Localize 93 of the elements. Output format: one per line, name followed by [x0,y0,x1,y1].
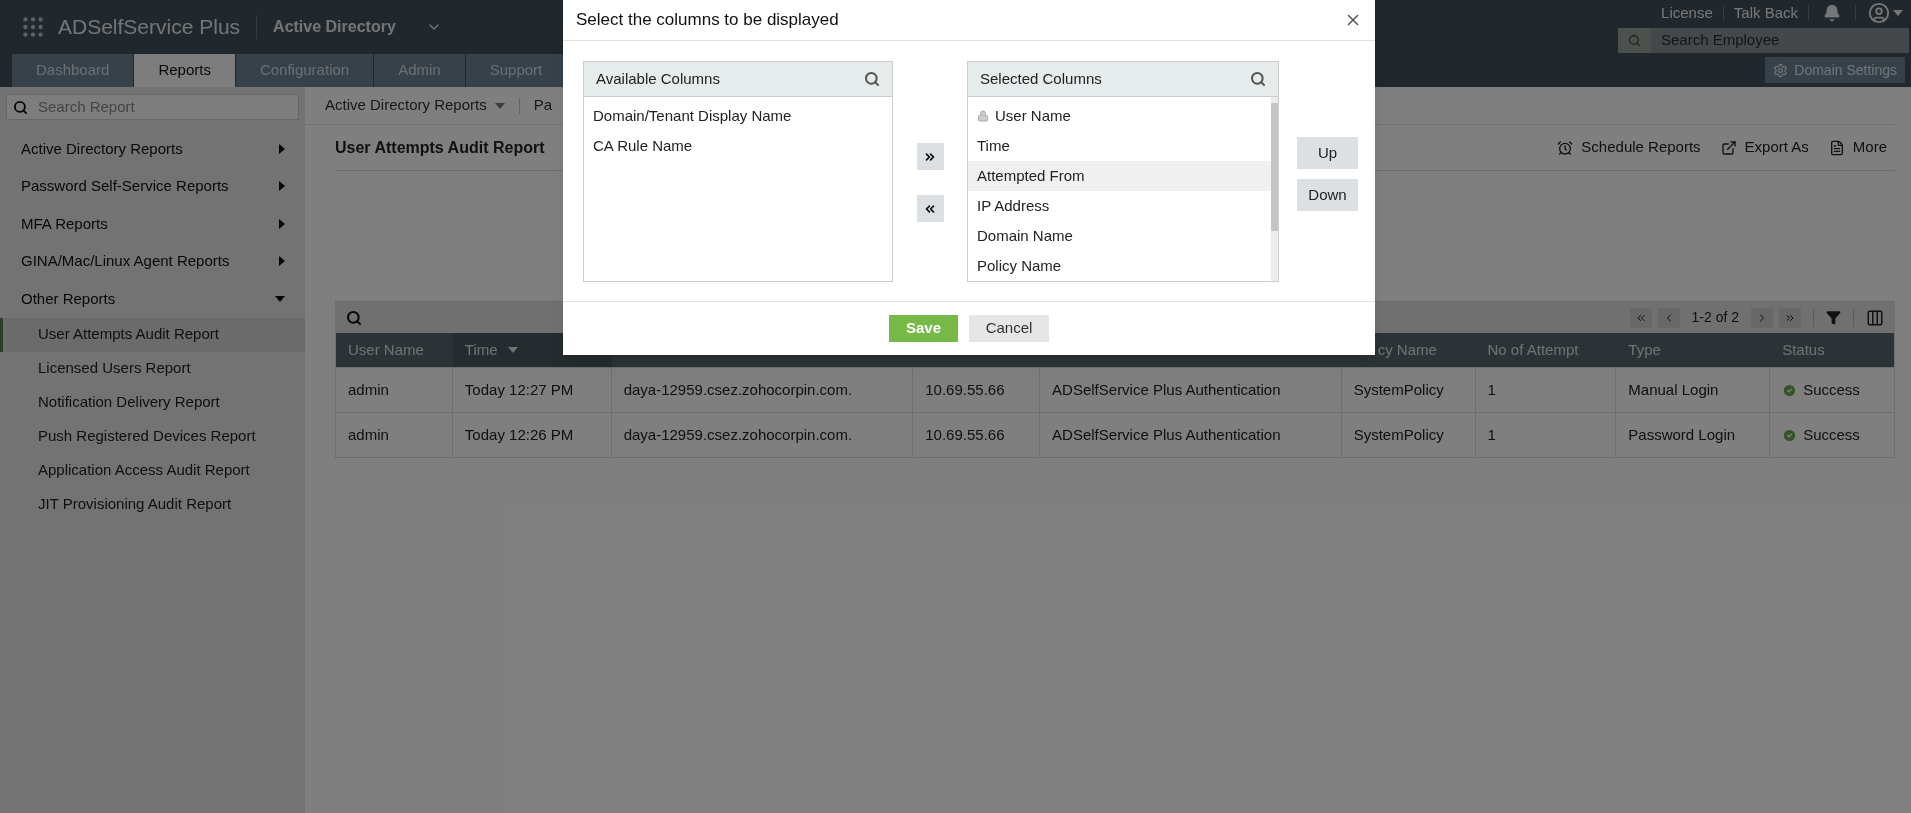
scrollbar[interactable] [1271,97,1278,281]
table-cell: Today 12:27 PM [452,368,612,412]
add-column-button[interactable] [916,143,944,170]
table-cell: 1 [1475,413,1617,457]
nav-tab[interactable]: Reports [134,54,235,87]
search-icon[interactable] [864,71,880,87]
sidebar-item[interactable]: JIT Provisioning Audit Report [0,487,305,522]
check-circle-icon [1782,382,1798,398]
table-cell: ADSelfService Plus Authentication [1040,368,1342,412]
column-option[interactable]: Time [968,131,1271,161]
first-page-button[interactable] [1629,307,1652,328]
report-action-button[interactable]: Schedule Reports [1557,136,1701,159]
caret-down-icon [275,295,285,302]
alarm-clock-icon [1557,139,1574,156]
table-cell: 10.69.55.66 [913,413,1041,457]
app-logo: ADSelfService Plus [58,14,241,41]
table-cell: Password Login [1616,413,1771,457]
column-header[interactable]: No of Attempt [1475,333,1617,367]
column-option[interactable]: CA Rule Name [584,131,892,161]
sidebar-item[interactable]: Push Registered Devices Report [0,419,305,454]
sidebar-category[interactable]: MFA Reports [0,205,305,243]
table-cell: Success [1770,413,1894,457]
table-cell: admin [336,368,453,412]
move-up-button[interactable]: Up [1297,137,1358,169]
table-cell: SystemPolicy [1341,413,1476,457]
column-header[interactable]: Status [1770,333,1894,367]
column-header[interactable]: User Name [336,333,453,367]
user-avatar-icon[interactable] [1868,2,1890,24]
sort-caret-icon [507,347,518,353]
search-filter-icon[interactable] [346,309,362,326]
column-header[interactable]: Type [1616,333,1771,367]
column-option[interactable]: Policy Name [968,251,1271,281]
gear-icon [1773,62,1789,78]
report-search-box[interactable]: Search Report [6,94,299,120]
product-switcher[interactable]: Active Directory [273,15,442,39]
caret-right-icon [279,143,285,154]
bell-icon[interactable] [1823,4,1841,22]
table-cell: Success [1770,368,1894,412]
report-search-field[interactable]: Search Report [28,95,278,119]
remove-column-button[interactable] [916,195,944,222]
table-cell: daya-12959.csez.zohocorpin.com. [611,413,914,457]
previous-page-button[interactable] [1657,307,1680,328]
save-button[interactable]: Save [889,315,958,342]
search-icon [13,99,28,115]
table-cell: ADSelfService Plus Authentication [1040,413,1342,457]
table-cell: 1 [1475,368,1617,412]
filter-icon[interactable] [1826,310,1841,325]
next-page-button[interactable] [1751,307,1773,328]
column-option[interactable]: Attempted From [968,161,1271,191]
sidebar-item[interactable]: User Attempts Audit Report [0,317,305,352]
sidebar-item[interactable]: Notification Delivery Report [0,385,305,420]
sidebar-item[interactable]: Application Access Audit Report [0,453,305,488]
document-icon [1828,139,1845,156]
move-down-button[interactable]: Down [1297,179,1358,211]
search-icon[interactable] [1250,71,1266,87]
sidebar-category[interactable]: Password Self-Service Reports [0,167,305,205]
header-link[interactable]: License [1651,1,1723,25]
caret-right-icon [279,181,285,192]
lock-icon [977,110,989,122]
column-option[interactable]: User Name [968,101,1271,131]
table-cell: 10.69.55.66 [913,368,1041,412]
table-cell: SystemPolicy [1341,368,1476,412]
table-cell: Manual Login [1616,368,1771,412]
caret-down-icon [494,102,505,109]
caret-right-icon [279,256,285,267]
column-option[interactable]: Domain/Tenant Display Name [584,101,892,131]
caret-icon [1893,10,1903,16]
column-option[interactable]: IP Address [968,191,1271,221]
search-icon [1628,34,1641,47]
table-cell: Today 12:26 PM [452,413,612,457]
column-option[interactable]: Domain Name [968,221,1271,251]
list-title: Available Columns [596,68,720,89]
report-action-button[interactable]: More [1828,136,1887,159]
pagination-text: 1-2 of 2 [1690,308,1740,327]
header-link[interactable]: Talk Back [1723,1,1808,25]
apps-grid-icon[interactable] [20,14,46,40]
report-title: User Attempts Audit Report [335,137,545,158]
breadcrumb-link[interactable]: Active Directory Reports [325,94,505,117]
cancel-button[interactable]: Cancel [969,315,1049,342]
sidebar-category[interactable]: Other Reports [0,280,305,318]
report-action-button[interactable]: Export As [1720,136,1809,159]
dialog-title: Select the columns to be displayed [576,9,839,32]
column-chooser-icon[interactable] [1866,308,1884,327]
sidebar-category[interactable]: Active Directory Reports [0,130,305,168]
list-title: Selected Columns [980,68,1102,89]
caret-right-icon [279,218,285,229]
breadcrumb-link[interactable]: Pa [533,94,553,117]
table-cell: admin [336,413,453,457]
sidebar-category[interactable]: GINA/Mac/Linux Agent Reports [0,242,305,280]
table-cell: daya-12959.csez.zohocorpin.com. [611,368,914,412]
last-page-button[interactable] [1779,307,1801,328]
check-circle-icon [1782,427,1798,443]
export-icon [1720,139,1737,156]
